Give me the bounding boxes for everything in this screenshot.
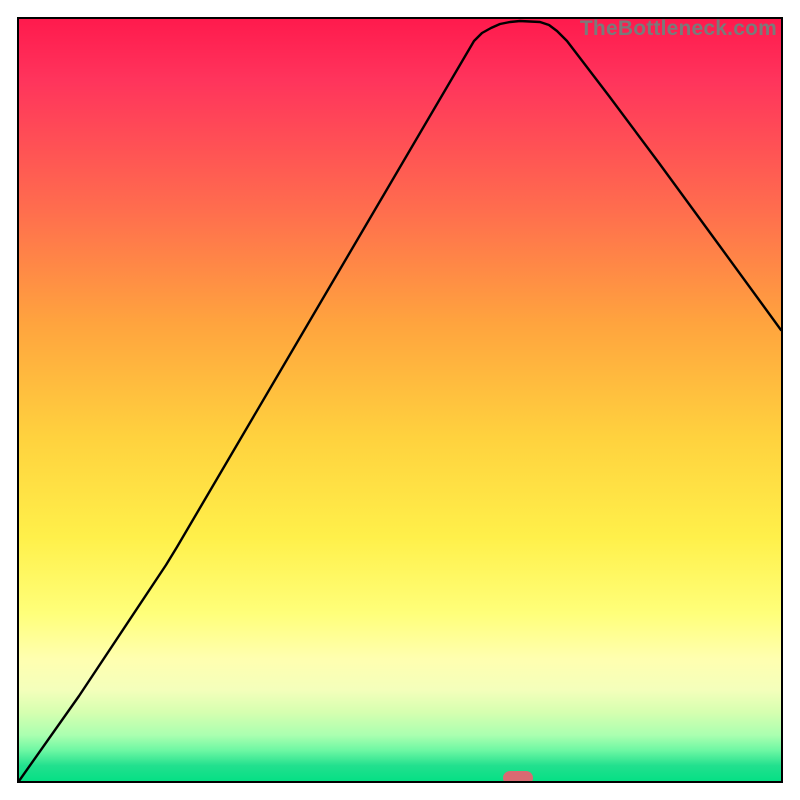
attribution-label: TheBottleneck.com [580, 17, 777, 41]
optimal-marker [503, 771, 533, 783]
bottleneck-curve [19, 21, 781, 781]
chart-curve-svg [19, 19, 781, 781]
chart-frame: TheBottleneck.com [17, 17, 783, 783]
